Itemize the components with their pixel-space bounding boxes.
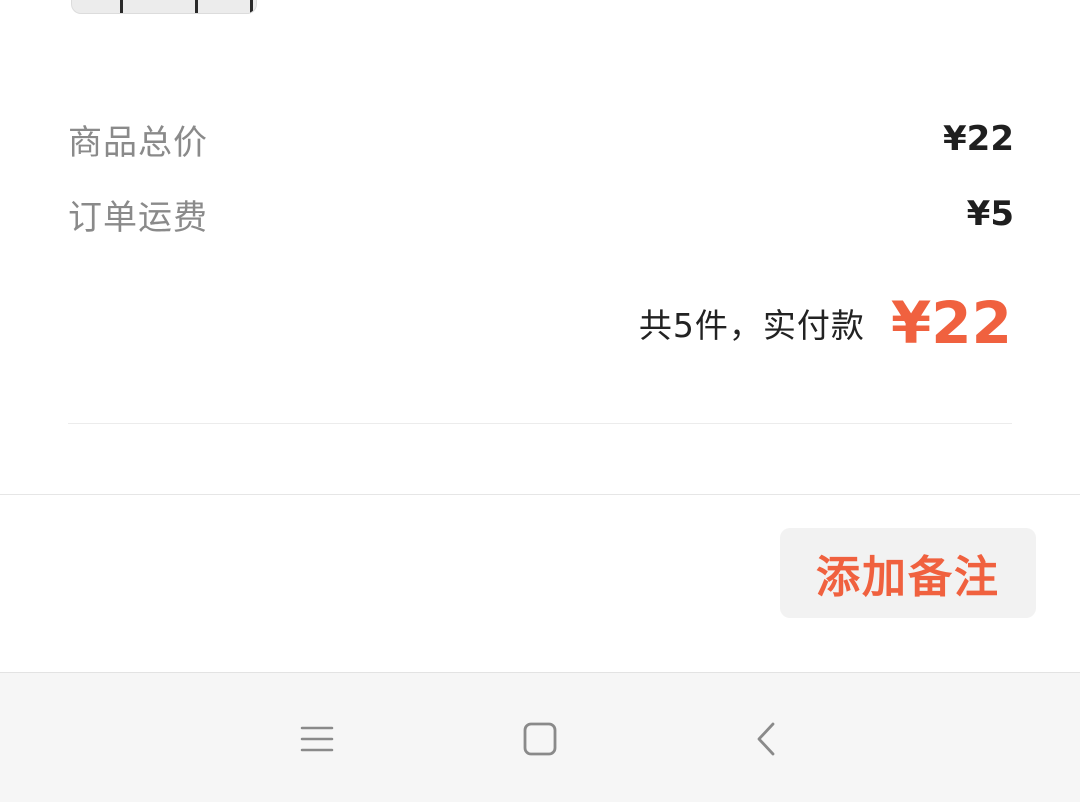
section-divider [68,423,1012,424]
goods-total-label: 商品总价 [68,122,208,163]
full-width-divider [0,494,1080,495]
payment-total-label: 共5件，实付款 [638,306,865,345]
shipping-fee-row: 订单运费 ¥5 [68,189,1014,239]
shipping-fee-label: 订单运费 [68,197,208,238]
payment-total-amount: ¥22 [890,289,1012,357]
thumbnail-stripe [195,0,198,13]
add-note-button[interactable]: 添加备注 [780,528,1036,618]
order-confirm-page: 商品总价 ¥22 订单运费 ¥5 共5件，实付款 ¥22 添加备注 [0,0,1080,802]
goods-total-value: ¥22 [943,119,1014,159]
back-chevron-icon[interactable] [737,709,797,769]
system-navigation-bar [0,672,1080,802]
home-square-icon[interactable] [510,709,570,769]
shipping-fee-value: ¥5 [966,194,1014,234]
menu-icon[interactable] [287,709,347,769]
thumbnail-stripe [120,0,123,13]
payment-total-row: 共5件，实付款 ¥22 [639,288,1012,358]
goods-total-row: 商品总价 ¥22 [68,114,1014,164]
thumbnail-stripe [250,0,253,13]
product-thumbnail[interactable] [71,0,257,14]
